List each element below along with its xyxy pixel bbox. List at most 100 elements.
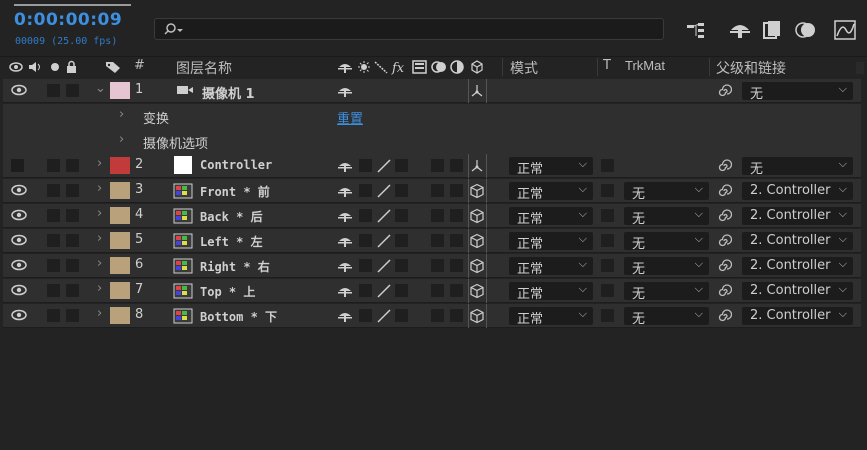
effects-switch[interactable] — [395, 259, 408, 272]
parent-dropdown[interactable]: 2. Controller ⌵ — [742, 182, 853, 200]
frame-blend-switch[interactable] — [431, 184, 444, 197]
pickwhip-icon[interactable] — [716, 308, 732, 324]
lock-switch[interactable] — [66, 284, 79, 297]
chevron-right-icon[interactable]: › — [97, 256, 102, 271]
3d-axis-icon[interactable] — [469, 158, 485, 174]
trkmat-dropdown[interactable]: 无 ⌵ — [624, 257, 709, 277]
3d-axis-icon[interactable] — [469, 83, 485, 99]
parent-dropdown[interactable]: 2. Controller ⌵ — [742, 257, 853, 275]
chevron-right-icon[interactable]: › — [119, 132, 124, 147]
visibility-eye-icon[interactable] — [11, 259, 27, 271]
motion-blur-switch[interactable] — [450, 309, 463, 322]
lock-switch[interactable] — [66, 184, 79, 197]
preserve-transparency-switch[interactable] — [601, 184, 614, 197]
parent-dropdown[interactable]: 2. Controller ⌵ — [742, 282, 853, 300]
chevron-right-icon[interactable]: › — [97, 156, 102, 171]
solo-switch[interactable] — [47, 209, 60, 222]
collapse-switch[interactable] — [359, 309, 372, 322]
visibility-eye-icon[interactable] — [11, 284, 27, 296]
scroll-up-icon[interactable] — [855, 62, 865, 74]
quality-switch-icon[interactable] — [376, 208, 392, 224]
mode-dropdown[interactable]: 正常 ⌵ — [509, 307, 593, 327]
pickwhip-icon[interactable] — [716, 283, 732, 299]
mode-dropdown[interactable]: 正常 ⌵ — [509, 257, 593, 277]
effects-switch[interactable] — [395, 209, 408, 222]
quality-switch-icon[interactable] — [376, 258, 392, 274]
shy-switch-icon[interactable] — [337, 158, 353, 174]
parent-dropdown[interactable]: 无 ⌵ — [742, 157, 853, 177]
trkmat-header[interactable]: TrkMat — [625, 58, 665, 73]
pickwhip-icon[interactable] — [716, 183, 732, 199]
layer-name[interactable]: Back * 后 — [200, 208, 263, 225]
frame-blend-switch[interactable] — [431, 309, 444, 322]
collapse-switch[interactable] — [359, 184, 372, 197]
quality-switch-icon[interactable] — [376, 183, 392, 199]
preserve-transparency-switch[interactable] — [601, 234, 614, 247]
effects-switch[interactable] — [395, 309, 408, 322]
layer-row[interactable]: ⌄ 1 摄像机 1 无 ⌵ — [3, 79, 861, 103]
shy-switch-icon[interactable] — [337, 283, 353, 299]
visibility-switch-off[interactable] — [11, 159, 24, 172]
3d-layer-cube-icon[interactable] — [469, 233, 485, 249]
motion-blur-switch[interactable] — [450, 284, 463, 297]
chevron-right-icon[interactable]: › — [119, 107, 124, 122]
current-time-display[interactable]: 0:00:00:09 — [14, 10, 122, 30]
trkmat-dropdown[interactable]: 无 ⌵ — [624, 207, 709, 227]
label-color-swatch[interactable] — [110, 307, 130, 324]
motion-blur-switch[interactable] — [450, 184, 463, 197]
visibility-eye-icon[interactable] — [11, 309, 27, 321]
layer-name-header[interactable]: 图层名称 — [176, 58, 232, 78]
frame-blend-switch[interactable] — [431, 259, 444, 272]
preserve-transparency-switch[interactable] — [601, 309, 614, 322]
chevron-right-icon[interactable]: › — [97, 206, 102, 221]
layer-row[interactable]: › 6 Right * 右 正常 ⌵ 无 ⌵ 2. Controller ⌵ — [3, 254, 861, 278]
visibility-eye-icon[interactable] — [11, 184, 27, 196]
3d-layer-cube-icon[interactable] — [469, 208, 485, 224]
label-color-swatch[interactable] — [110, 157, 130, 174]
label-color-swatch[interactable] — [110, 282, 130, 299]
preserve-transparency-switch[interactable] — [601, 159, 614, 172]
quality-switch-icon[interactable] — [376, 233, 392, 249]
chevron-right-icon[interactable]: › — [97, 281, 102, 296]
mode-header[interactable]: 模式 — [510, 58, 538, 78]
lock-switch[interactable] — [66, 84, 79, 97]
motion-blur-switch[interactable] — [450, 234, 463, 247]
quality-switch-icon[interactable] — [376, 283, 392, 299]
trkmat-dropdown[interactable]: 无 ⌵ — [624, 182, 709, 202]
frame-blend-switch[interactable] — [431, 159, 444, 172]
mode-dropdown[interactable]: 正常 ⌵ — [509, 282, 593, 302]
composition-flowchart-icon[interactable] — [684, 18, 710, 42]
layer-name[interactable]: Front * 前 — [200, 183, 270, 200]
lock-switch[interactable] — [66, 234, 79, 247]
mode-dropdown[interactable]: 正常 ⌵ — [509, 182, 593, 202]
lock-switch[interactable] — [66, 209, 79, 222]
shy-switch-icon[interactable] — [337, 308, 353, 324]
reset-link[interactable]: 重置 — [337, 108, 363, 127]
label-color-swatch[interactable] — [110, 207, 130, 224]
3d-layer-cube-icon[interactable] — [469, 283, 485, 299]
mode-dropdown[interactable]: 正常 ⌵ — [509, 157, 593, 177]
3d-layer-cube-icon[interactable] — [469, 183, 485, 199]
layer-row[interactable]: › 3 Front * 前 正常 ⌵ 无 ⌵ 2. Controller ⌵ — [3, 179, 861, 203]
motion-blur-switch[interactable] — [450, 259, 463, 272]
frame-blend-switch[interactable] — [431, 284, 444, 297]
chevron-right-icon[interactable]: › — [97, 181, 102, 196]
search-input[interactable] — [154, 18, 664, 40]
layer-row[interactable]: › 4 Back * 后 正常 ⌵ 无 ⌵ 2. Controller ⌵ — [3, 204, 861, 228]
pickwhip-icon[interactable] — [716, 208, 732, 224]
effects-switch[interactable] — [395, 284, 408, 297]
layer-name[interactable]: Controller — [200, 158, 272, 172]
solo-switch[interactable] — [47, 234, 60, 247]
graph-editor-icon[interactable] — [832, 18, 858, 42]
parent-dropdown[interactable]: 2. Controller ⌵ — [742, 232, 853, 250]
draft-3d-icon[interactable] — [727, 18, 753, 42]
solo-switch[interactable] — [47, 309, 60, 322]
preserve-transparency-switch[interactable] — [601, 259, 614, 272]
parent-dropdown[interactable]: 无 ⌵ — [742, 82, 853, 102]
parent-link-header[interactable]: 父级和链接 — [716, 58, 786, 78]
lock-switch[interactable] — [66, 259, 79, 272]
visibility-eye-icon[interactable] — [11, 84, 27, 96]
preserve-transparency-switch[interactable] — [601, 284, 614, 297]
layer-name[interactable]: Top * 上 — [200, 283, 255, 300]
shy-switch-icon[interactable] — [337, 83, 353, 99]
